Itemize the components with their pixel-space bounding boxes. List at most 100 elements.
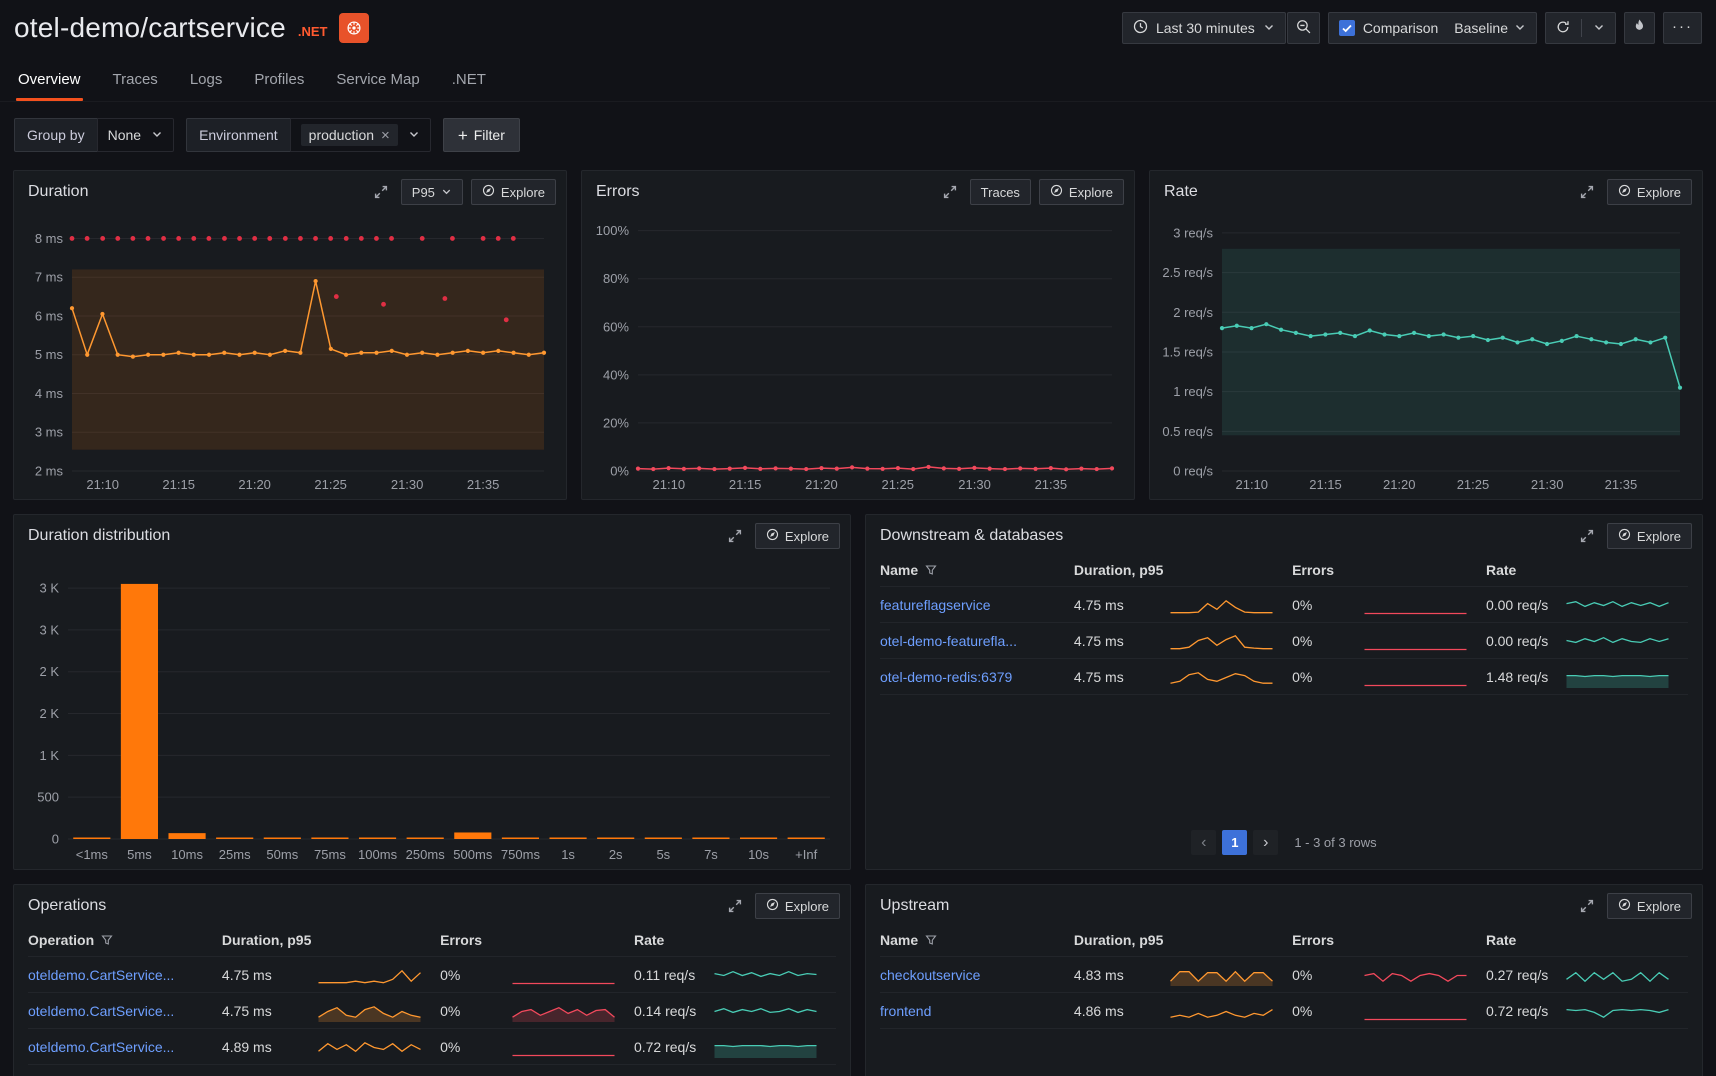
service-link[interactable]: otel-demo-redis:6379 bbox=[880, 669, 1012, 685]
svg-text:2 K: 2 K bbox=[39, 706, 59, 721]
svg-text:80%: 80% bbox=[603, 271, 629, 286]
time-range-picker[interactable]: Last 30 minutes bbox=[1122, 12, 1286, 44]
errors-sparkline bbox=[1363, 999, 1468, 1023]
chevron-down-icon bbox=[1514, 20, 1526, 36]
errors-value: 0% bbox=[1292, 669, 1312, 685]
svg-text:3 K: 3 K bbox=[39, 581, 59, 596]
tab-logs[interactable]: Logs bbox=[188, 58, 225, 101]
svg-text:8 ms: 8 ms bbox=[35, 231, 64, 246]
rate-sparkline bbox=[713, 1035, 818, 1059]
svg-text:7 ms: 7 ms bbox=[35, 270, 64, 285]
table-row: frontend4.86 ms0%0.72 req/s bbox=[880, 993, 1688, 1029]
comparison-control[interactable]: Comparison Baseline bbox=[1328, 12, 1537, 44]
expand-icon[interactable] bbox=[938, 180, 962, 204]
environment-label: Environment bbox=[186, 118, 290, 152]
column-header-errors[interactable]: Errors bbox=[1292, 562, 1486, 578]
column-header-rate[interactable]: Rate bbox=[1486, 932, 1688, 948]
panel-title: Duration bbox=[28, 183, 88, 201]
column-header-rate[interactable]: Rate bbox=[634, 932, 836, 948]
tab-profiles[interactable]: Profiles bbox=[252, 58, 306, 101]
expand-icon[interactable] bbox=[1575, 894, 1599, 918]
explore-button[interactable]: Explore bbox=[1607, 523, 1692, 549]
column-header-operation[interactable]: Operation bbox=[28, 932, 222, 948]
svg-text:100%: 100% bbox=[596, 223, 630, 238]
expand-icon[interactable] bbox=[1575, 180, 1599, 204]
tab-traces[interactable]: Traces bbox=[111, 58, 160, 101]
next-page-button[interactable]: › bbox=[1253, 830, 1278, 855]
duration-distribution-chart[interactable]: 05001 K2 K2 K3 K3 K<1ms5ms10ms25ms50ms75… bbox=[22, 555, 840, 865]
expand-icon[interactable] bbox=[1575, 524, 1599, 548]
panel-errors: Errors Traces Explore bbox=[581, 170, 1135, 500]
svg-text:21:30: 21:30 bbox=[958, 477, 991, 492]
errors-value: 0% bbox=[440, 1039, 460, 1055]
rate-chart[interactable]: 0 req/s0.5 req/s1 req/s1.5 req/s2 req/s2… bbox=[1158, 211, 1692, 495]
compass-icon bbox=[1618, 184, 1631, 200]
flame-button[interactable] bbox=[1624, 12, 1655, 44]
filter-icon[interactable] bbox=[925, 564, 937, 576]
column-header-errors[interactable]: Errors bbox=[1292, 932, 1486, 948]
explore-button[interactable]: Explore bbox=[1607, 179, 1692, 205]
prev-page-button[interactable]: ‹ bbox=[1191, 830, 1216, 855]
service-link[interactable]: featureflagservice bbox=[880, 597, 991, 613]
tab-net[interactable]: .NET bbox=[450, 58, 488, 101]
environment-tag[interactable]: production × bbox=[301, 124, 398, 146]
column-header-duration-p95[interactable]: Duration, p95 bbox=[1074, 932, 1292, 948]
group-by-select[interactable]: None bbox=[97, 118, 174, 152]
current-page-button[interactable]: 1 bbox=[1222, 830, 1247, 855]
more-options-button[interactable]: ··· bbox=[1663, 12, 1702, 44]
explore-button[interactable]: Explore bbox=[1039, 179, 1124, 205]
svg-text:50ms: 50ms bbox=[266, 847, 298, 862]
tab-service-map[interactable]: Service Map bbox=[334, 58, 421, 101]
explore-button[interactable]: Explore bbox=[755, 893, 840, 919]
rate-value: 1.48 req/s bbox=[1486, 669, 1548, 685]
errors-chart[interactable]: 0%20%40%60%80%100%21:1021:1521:2021:2521… bbox=[590, 211, 1124, 495]
column-header-name[interactable]: Name bbox=[880, 932, 1074, 948]
chevron-down-icon bbox=[1263, 20, 1275, 36]
column-header-errors[interactable]: Errors bbox=[440, 932, 634, 948]
comparison-checkbox[interactable] bbox=[1339, 20, 1355, 36]
remove-filter-icon[interactable]: × bbox=[381, 128, 390, 143]
traces-button[interactable]: Traces bbox=[970, 179, 1031, 205]
add-filter-button[interactable]: + Filter bbox=[443, 118, 520, 152]
baseline-select[interactable]: Baseline bbox=[1454, 20, 1526, 36]
downstream-table: NameDuration, p95ErrorsRate featureflagse… bbox=[866, 553, 1702, 695]
column-header-rate[interactable]: Rate bbox=[1486, 562, 1688, 578]
svg-text:10ms: 10ms bbox=[171, 847, 203, 862]
svg-text:+Inf: +Inf bbox=[795, 847, 817, 862]
service-link[interactable]: checkoutservice bbox=[880, 967, 980, 983]
duration-sparkline bbox=[1169, 963, 1274, 987]
explore-button[interactable]: Explore bbox=[1607, 893, 1692, 919]
errors-value: 0% bbox=[1292, 1003, 1312, 1019]
service-link[interactable]: otel-demo-featurefla... bbox=[880, 633, 1017, 649]
expand-icon[interactable] bbox=[723, 524, 747, 548]
operation-link[interactable]: oteldemo.CartService... bbox=[28, 967, 174, 983]
zoom-out-button[interactable] bbox=[1287, 12, 1320, 44]
column-header-duration-p95[interactable]: Duration, p95 bbox=[222, 932, 440, 948]
duration-chart[interactable]: 2 ms3 ms4 ms5 ms6 ms7 ms8 ms21:1021:1521… bbox=[22, 211, 556, 495]
operation-link[interactable]: oteldemo.CartService... bbox=[28, 1039, 174, 1055]
tab-overview[interactable]: Overview bbox=[16, 58, 83, 101]
environment-select[interactable]: production × bbox=[290, 118, 431, 152]
rate-value: 0.72 req/s bbox=[634, 1039, 696, 1055]
app-header: otel-demo/cartservice .NET Last 30 minut… bbox=[0, 0, 1716, 50]
table-header-row: OperationDuration, p95ErrorsRate bbox=[28, 923, 836, 957]
expand-icon[interactable] bbox=[369, 180, 393, 204]
expand-icon[interactable] bbox=[723, 894, 747, 918]
operation-link[interactable]: oteldemo.CartService... bbox=[28, 1003, 174, 1019]
service-link[interactable]: frontend bbox=[880, 1003, 931, 1019]
filter-icon[interactable] bbox=[101, 934, 113, 946]
chevron-down-icon bbox=[1593, 20, 1605, 36]
svg-text:21:20: 21:20 bbox=[1383, 477, 1416, 492]
column-header-duration-p95[interactable]: Duration, p95 bbox=[1074, 562, 1292, 578]
refresh-button[interactable] bbox=[1545, 12, 1616, 44]
svg-text:0: 0 bbox=[52, 832, 59, 847]
column-header-name[interactable]: Name bbox=[880, 562, 1074, 578]
filter-icon[interactable] bbox=[925, 934, 937, 946]
explore-button[interactable]: Explore bbox=[471, 179, 556, 205]
explore-button[interactable]: Explore bbox=[755, 523, 840, 549]
percentile-select[interactable]: P95 bbox=[401, 179, 463, 205]
svg-text:5s: 5s bbox=[656, 847, 670, 862]
rate-value: 0.72 req/s bbox=[1486, 1003, 1548, 1019]
errors-value: 0% bbox=[1292, 967, 1312, 983]
errors-sparkline bbox=[1363, 629, 1468, 653]
